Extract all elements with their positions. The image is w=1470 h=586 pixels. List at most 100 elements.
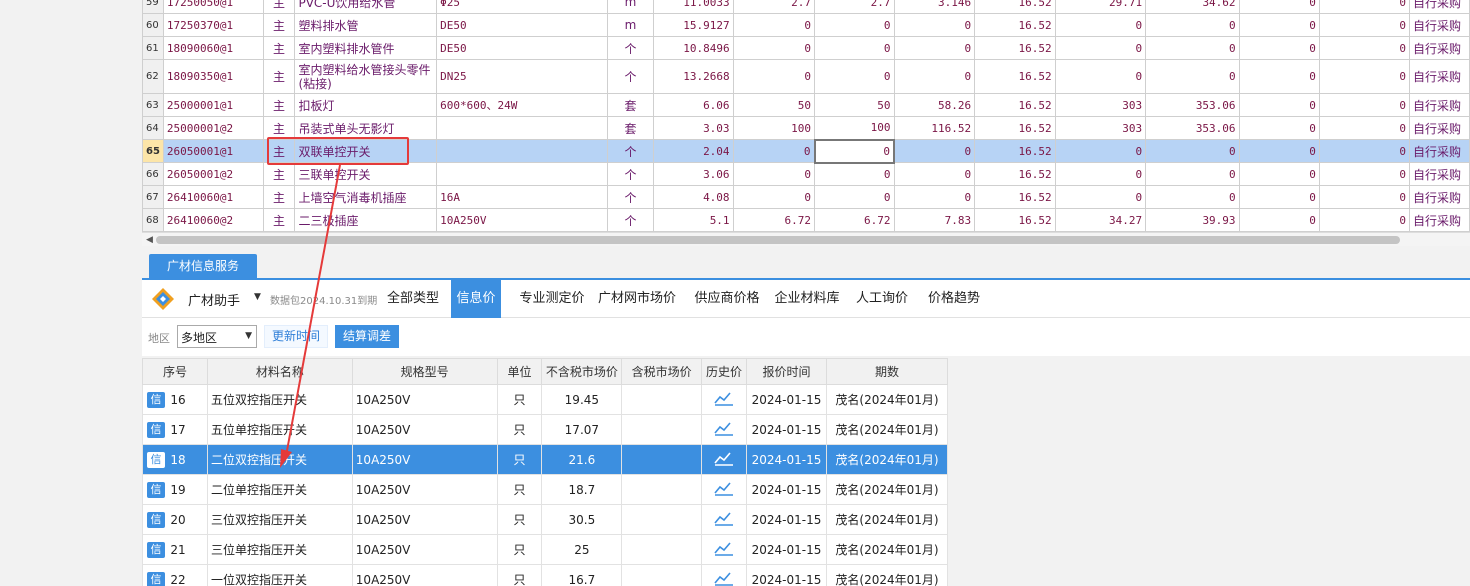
cell-tax[interactable]: 16.52 <box>974 59 1056 94</box>
cell-history[interactable] <box>701 564 747 586</box>
app-title[interactable]: 广材助手 <box>188 290 240 309</box>
cell-p1[interactable]: 2.7 <box>732 0 816 14</box>
cell-a2[interactable]: 353.06 <box>1145 116 1240 140</box>
cell-name[interactable]: 三位双控指压开关 <box>206 504 353 535</box>
cell-unit[interactable]: 只 <box>496 504 543 535</box>
cell-p1[interactable]: 0 <box>732 36 816 60</box>
cell-p1[interactable]: 0 <box>732 162 816 186</box>
cell-price[interactable]: 18.7 <box>541 474 623 505</box>
line-chart-icon[interactable] <box>714 450 734 466</box>
cell-p2[interactable]: 0 <box>814 162 895 186</box>
cell-p3[interactable]: 116.52 <box>893 116 976 140</box>
cell-name[interactable]: 上墙空气消毒机插座 <box>294 185 438 209</box>
cell-type[interactable]: 主 <box>262 208 296 232</box>
cell-name[interactable]: 五位双控指压开关 <box>206 384 353 415</box>
cell-z2[interactable]: 0 <box>1318 0 1410 14</box>
cell-seq[interactable]: 信 18 <box>142 444 208 475</box>
cell-p1[interactable]: 50 <box>732 93 816 117</box>
cell-history[interactable] <box>701 534 747 565</box>
cell-num[interactable]: 66 <box>142 162 164 186</box>
cell-z1[interactable]: 0 <box>1238 139 1320 163</box>
column-header[interactable]: 序号 <box>142 358 208 385</box>
column-header[interactable]: 历史价 <box>701 358 747 385</box>
cell-unit[interactable]: 只 <box>496 564 543 586</box>
cell-spec[interactable]: DN25 <box>436 59 609 94</box>
cell-num[interactable]: 61 <box>142 36 164 60</box>
tab-7[interactable]: 价格趋势 <box>921 280 987 318</box>
tab-1[interactable]: 信息价 <box>451 280 501 318</box>
cell-a1[interactable]: 0 <box>1054 13 1147 37</box>
scroll-left-arrow-icon[interactable]: ◀ <box>146 235 153 245</box>
cell-z2[interactable]: 0 <box>1318 93 1410 117</box>
cell-tax_price[interactable] <box>621 414 703 445</box>
cell-num[interactable]: 63 <box>142 93 164 117</box>
cell-p3[interactable]: 7.83 <box>893 208 976 232</box>
cell-p2[interactable]: 0 <box>814 13 895 37</box>
column-header[interactable]: 材料名称 <box>206 358 353 385</box>
cell-p2[interactable]: 100 <box>814 116 895 140</box>
cell-p1[interactable]: 0 <box>732 59 816 94</box>
cell-unit[interactable]: m <box>607 0 654 14</box>
line-chart-icon[interactable] <box>714 480 734 496</box>
material-row[interactable]: 63 25000001@1 主扣板灯 600*600、24W 套 6.06 50 50 58.2… <box>142 93 1470 117</box>
cell-p3[interactable]: 0 <box>893 59 976 94</box>
cell-period[interactable]: 茂名(2024年01月) <box>825 444 948 475</box>
cell-p3[interactable]: 0 <box>893 162 976 186</box>
cell-spec[interactable]: 600*600、24W <box>436 93 609 117</box>
price-row[interactable]: 信 19 二位单控指压开关 10A250V 只 18.7 2024-01-15 茂名(2024… <box>142 474 948 505</box>
cell-a2[interactable]: 353.06 <box>1145 93 1240 117</box>
cell-date[interactable]: 2024-01-15 <box>746 444 827 475</box>
cell-type[interactable]: 主 <box>262 0 296 14</box>
line-chart-icon[interactable] <box>714 420 734 436</box>
cell-seq[interactable]: 信 17 <box>142 414 208 445</box>
cell-src[interactable]: 自行采购 <box>1408 36 1470 60</box>
cell-num[interactable]: 62 <box>142 59 164 94</box>
column-header[interactable]: 报价时间 <box>746 358 827 385</box>
cell-z1[interactable]: 0 <box>1238 13 1320 37</box>
cell-a1[interactable]: 303 <box>1054 93 1147 117</box>
cell-name[interactable]: 二三极插座 <box>294 208 438 232</box>
cell-p2[interactable]: 0 <box>814 185 895 209</box>
cell-price[interactable]: 19.45 <box>541 384 623 415</box>
cell-src[interactable]: 自行采购 <box>1408 139 1470 163</box>
cell-spec[interactable]: 10A250V <box>436 208 609 232</box>
tab-4[interactable]: 供应商价格 <box>687 280 767 318</box>
cell-spec[interactable] <box>436 139 609 163</box>
cell-z2[interactable]: 0 <box>1318 208 1410 232</box>
cell-date[interactable]: 2024-01-15 <box>746 534 827 565</box>
cell-unit[interactable]: 个 <box>607 36 654 60</box>
material-row[interactable]: 66 26050001@2 主三联单控开关个 3.06 0 0 0 16.52 0 0 0 0 自行采购 <box>142 162 1470 186</box>
cell-z2[interactable]: 0 <box>1318 13 1410 37</box>
cell-history[interactable] <box>701 384 747 415</box>
tab-3[interactable]: 广材网市场价 <box>593 280 681 318</box>
chevron-down-icon[interactable]: ▼ <box>254 292 261 302</box>
price-row[interactable]: 信 18 二位双控指压开关 10A250V 只 21.6 2024-01-15 茂名(2024… <box>142 444 948 475</box>
cell-code[interactable]: 25000001@1 <box>162 93 264 117</box>
tab-5[interactable]: 企业材料库 <box>769 280 845 318</box>
cell-p3[interactable]: 0 <box>893 185 976 209</box>
cell-a2[interactable]: 0 <box>1145 139 1240 163</box>
cell-z2[interactable]: 0 <box>1318 116 1410 140</box>
cell-date[interactable]: 2024-01-15 <box>746 564 827 586</box>
cell-qty[interactable]: 10.8496 <box>652 36 734 60</box>
cell-type[interactable]: 主 <box>262 185 296 209</box>
cell-spec[interactable] <box>436 116 609 140</box>
cell-z1[interactable]: 0 <box>1238 36 1320 60</box>
cell-price[interactable]: 25 <box>541 534 623 565</box>
cell-z1[interactable]: 0 <box>1238 185 1320 209</box>
cell-unit[interactable]: 个 <box>607 185 654 209</box>
cell-tax[interactable]: 16.52 <box>974 185 1056 209</box>
cell-unit[interactable]: 个 <box>607 59 654 94</box>
cell-spec[interactable]: 10A250V <box>351 564 498 586</box>
cell-unit[interactable]: 只 <box>496 384 543 415</box>
line-chart-icon[interactable] <box>714 570 734 586</box>
cell-p2[interactable]: 0 <box>813 138 896 164</box>
cell-z2[interactable]: 0 <box>1318 36 1410 60</box>
cell-period[interactable]: 茂名(2024年01月) <box>825 564 948 586</box>
column-header[interactable]: 规格型号 <box>351 358 498 385</box>
horizontal-scrollbar[interactable]: ◀ <box>142 232 1470 246</box>
cell-period[interactable]: 茂名(2024年01月) <box>825 384 948 415</box>
cell-p1[interactable]: 0 <box>732 13 816 37</box>
cell-qty[interactable]: 6.06 <box>652 93 734 117</box>
cell-z1[interactable]: 0 <box>1238 116 1320 140</box>
